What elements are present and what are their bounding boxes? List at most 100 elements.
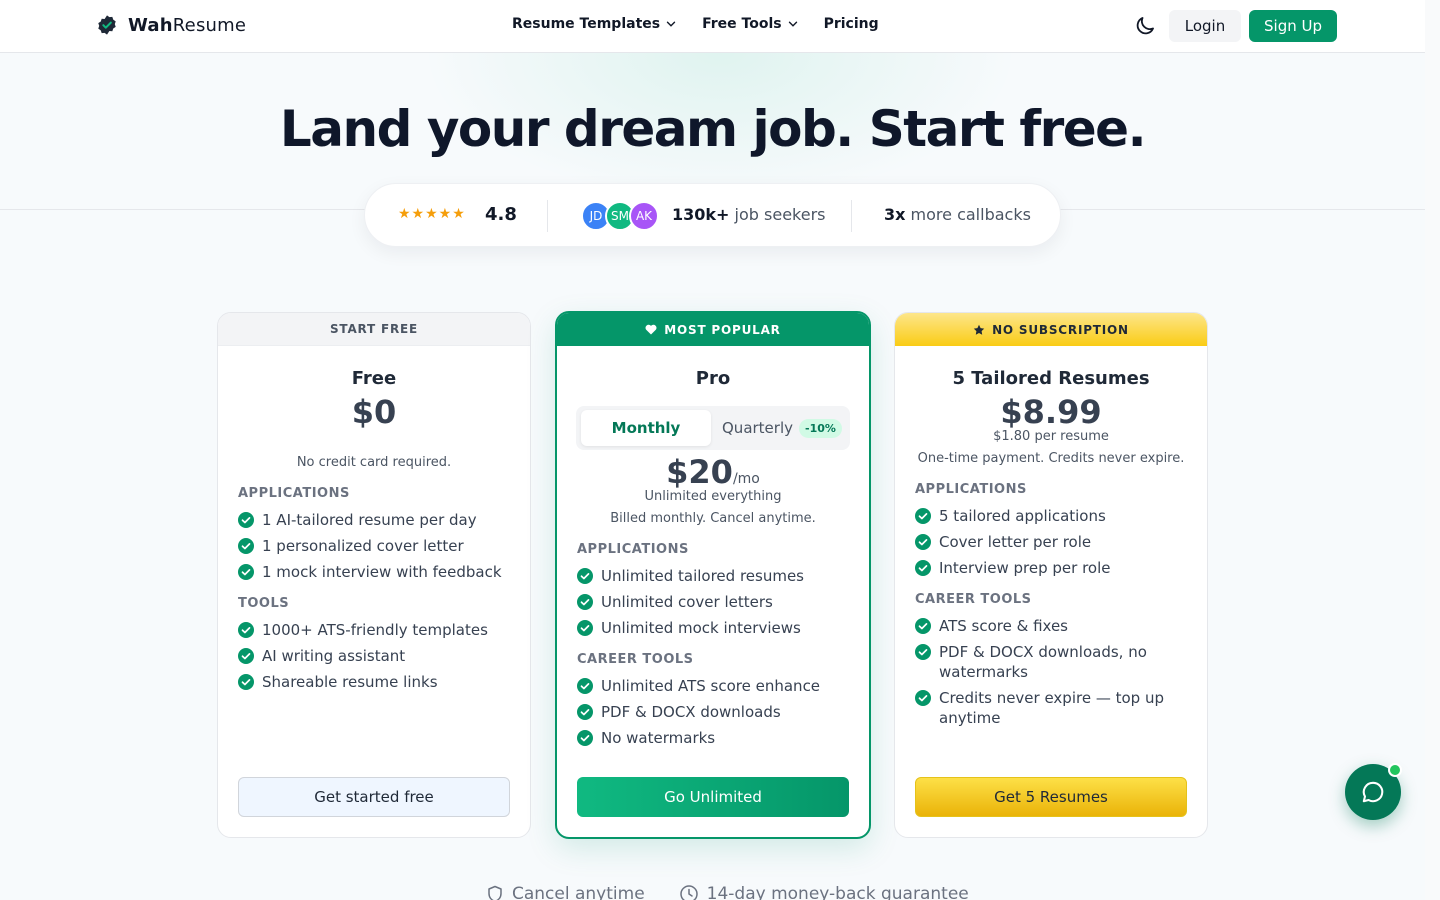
chevron-down-icon	[788, 21, 797, 27]
per-resume-price: $1.80 per resume	[993, 429, 1109, 444]
rating-value: 4.8	[485, 204, 517, 225]
check-circle-icon	[238, 538, 254, 554]
logo-badge-icon	[98, 15, 116, 35]
go-unlimited-button[interactable]: Go Unlimited	[577, 777, 849, 817]
check-circle-icon	[577, 730, 593, 746]
feature-item: Unlimited tailored resumes	[577, 566, 853, 586]
feature-item: Interview prep per role	[915, 558, 1191, 578]
user-avatars: JD SM AK	[581, 201, 659, 231]
check-circle-icon	[238, 648, 254, 664]
shield-icon	[488, 885, 502, 900]
plan-note: One-time payment. Credits never expire.	[917, 451, 1185, 466]
check-circle-icon	[915, 534, 931, 550]
check-circle-icon	[577, 678, 593, 694]
guarantee-item: Cancel anytime	[486, 884, 645, 900]
check-circle-icon	[238, 564, 254, 580]
section-heading: TOOLS	[238, 596, 290, 611]
plan-ribbon: MOST POPULAR	[557, 313, 869, 346]
check-circle-icon	[238, 512, 254, 528]
job-seekers-stat: 130k+ job seekers	[672, 205, 826, 224]
signup-button[interactable]: Sign Up	[1249, 10, 1337, 42]
plan-note: Billed monthly. Cancel anytime.	[610, 511, 816, 526]
check-circle-icon	[915, 560, 931, 576]
feature-item: Unlimited mock interviews	[577, 618, 853, 638]
feature-item: PDF & DOCX downloads	[577, 702, 853, 722]
chat-bubble-icon	[1362, 781, 1384, 803]
guarantees-row: Cancel anytime 14-day money-back guarant…	[486, 884, 969, 900]
hero-title: Land your dream job. Start free.	[279, 100, 1147, 158]
section-heading: APPLICATIONS	[238, 486, 350, 501]
check-circle-icon	[915, 690, 931, 706]
check-circle-icon	[577, 704, 593, 720]
nav-resume-templates[interactable]: Resume Templates	[512, 16, 676, 32]
rating-stars-icon: ★★★★★	[398, 206, 466, 222]
check-circle-icon	[915, 508, 931, 524]
feature-item: 1000+ ATS-friendly templates	[238, 620, 514, 640]
feature-item: No watermarks	[577, 728, 853, 748]
feature-item: 1 mock interview with feedback	[238, 562, 514, 582]
plan-subtitle: Unlimited everything	[644, 489, 782, 504]
plan-ribbon: NO SUBSCRIPTION	[895, 313, 1207, 346]
heart-icon	[645, 324, 657, 335]
feature-item: 1 AI-tailored resume per day	[238, 510, 514, 530]
top-navbar: WahResume Resume Templates Free Tools Pr…	[0, 0, 1425, 53]
feature-item: Cover letter per role	[915, 532, 1191, 552]
check-circle-icon	[577, 620, 593, 636]
plan-price: $0	[351, 393, 397, 431]
stats-divider	[547, 200, 548, 232]
main-nav: Resume Templates Free Tools Pricing	[512, 16, 879, 32]
section-heading: CAREER TOOLS	[577, 652, 694, 667]
feature-item: Unlimited cover letters	[577, 592, 853, 612]
nav-pricing[interactable]: Pricing	[824, 16, 879, 32]
nav-free-tools[interactable]: Free Tools	[702, 16, 798, 32]
feature-item: AI writing assistant	[238, 646, 514, 666]
star-icon	[973, 324, 985, 335]
social-proof-bar: ★★★★★ 4.8 JD SM AK 130k+ job seekers 3x …	[364, 183, 1061, 247]
avatar: AK	[629, 201, 659, 231]
check-circle-icon	[915, 618, 931, 634]
guarantee-item: 14-day money-back guarantee	[679, 884, 969, 900]
callbacks-stat: 3x more callbacks	[884, 205, 1031, 224]
brand-logo[interactable]: WahResume	[96, 14, 246, 36]
feature-item: 1 personalized cover letter	[238, 536, 514, 556]
feature-item: 5 tailored applications	[915, 506, 1191, 526]
feature-item: ATS score & fixes	[915, 616, 1191, 636]
check-circle-icon	[577, 568, 593, 584]
feature-item: Unlimited ATS score enhance	[577, 676, 853, 696]
check-circle-icon	[238, 674, 254, 690]
nav-resume-templates-label: Resume Templates	[512, 16, 661, 32]
dark-mode-moon-icon[interactable]	[1133, 14, 1157, 38]
billing-monthly-option[interactable]: Monthly	[581, 410, 711, 446]
nav-free-tools-label: Free Tools	[702, 16, 782, 32]
discount-badge: -10%	[799, 418, 842, 438]
get-started-free-button[interactable]: Get started free	[238, 777, 510, 817]
online-status-dot	[1388, 763, 1402, 777]
feature-item: Credits never expire — top up anytime	[915, 688, 1191, 728]
chevron-down-icon	[666, 21, 676, 27]
plan-name: Free	[351, 368, 397, 389]
check-circle-icon	[915, 644, 931, 660]
plan-name: Pro	[695, 368, 731, 389]
login-button[interactable]: Login	[1169, 10, 1241, 42]
section-heading: APPLICATIONS	[577, 542, 689, 557]
section-heading: CAREER TOOLS	[915, 592, 1032, 607]
billing-quarterly-option[interactable]: Quarterly -10%	[722, 410, 842, 446]
plan-name: 5 Tailored Resumes	[952, 368, 1150, 389]
plan-ribbon: START FREE	[218, 313, 530, 346]
plan-price: $20/mo	[666, 453, 760, 491]
clock-icon	[679, 885, 698, 900]
feature-item: PDF & DOCX downloads, no watermarks	[915, 642, 1191, 682]
plan-note: No credit card required.	[296, 455, 452, 470]
plan-price: $8.99	[1000, 393, 1102, 431]
check-circle-icon	[238, 622, 254, 638]
feature-item: Shareable resume links	[238, 672, 514, 692]
brand-name: WahResume	[128, 14, 247, 36]
nav-pricing-label: Pricing	[823, 16, 879, 32]
get-5-resumes-button[interactable]: Get 5 Resumes	[915, 777, 1187, 817]
stats-divider	[851, 200, 852, 232]
billing-period-toggle: Monthly Quarterly -10%	[576, 406, 850, 450]
plan-card-pro: MOST POPULAR Pro Monthly Quarterly -10% …	[555, 311, 871, 839]
plan-card-free: START FREE Free $0 No credit card requir…	[217, 312, 531, 838]
section-heading: APPLICATIONS	[915, 482, 1027, 497]
page-scrollbar[interactable]	[1425, 0, 1440, 900]
